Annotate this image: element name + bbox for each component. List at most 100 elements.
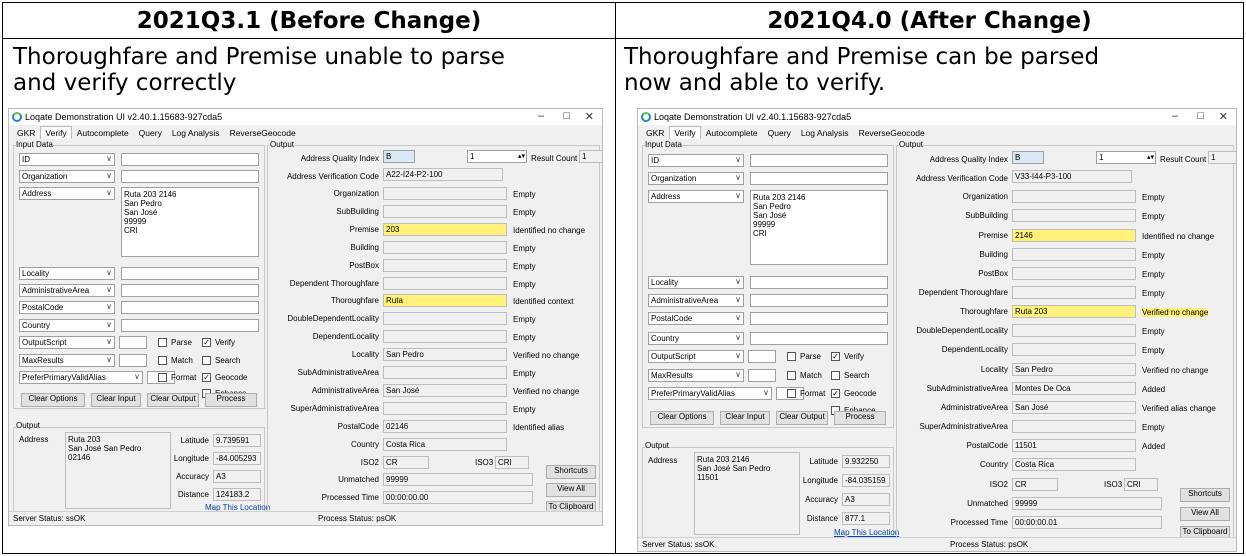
input-locality[interactable] — [750, 276, 888, 289]
accuracy-label: Accuracy — [805, 495, 838, 504]
view-all-button[interactable]: View All — [546, 483, 596, 497]
avc-label: Address Verification Code — [915, 174, 1008, 183]
address-input[interactable]: Ruta 203 2146 San Pedro San José 99999 CRI — [121, 187, 259, 257]
input-organization[interactable] — [121, 170, 259, 183]
verify-checkbox[interactable]: ✓ — [202, 338, 211, 347]
clear-output-button[interactable]: Clear Output — [776, 411, 828, 425]
tab-log-analysis[interactable]: Log Analysis — [796, 126, 854, 139]
status-administrativearea: Verified no change — [513, 387, 580, 396]
input-maxresults[interactable] — [119, 354, 147, 367]
result-count-label: Result Count — [1160, 155, 1207, 164]
format-checkbox[interactable] — [787, 389, 796, 398]
combo-preferprimaryvalidalias[interactable]: PreferPrimaryValidAlias — [648, 387, 772, 400]
tab-autocomplete[interactable]: Autocomplete — [701, 126, 763, 139]
spinner-arrows-icon[interactable]: ▴▾ — [518, 152, 525, 160]
combo-locality[interactable]: Locality — [19, 267, 115, 280]
combo-organization[interactable]: Organization — [19, 170, 115, 183]
iso2-value: CR — [383, 456, 429, 469]
value-dependentlocality — [383, 330, 507, 343]
label-building: Building — [979, 250, 1008, 259]
tab-query[interactable]: Query — [134, 126, 167, 139]
tab-gkr[interactable]: GKR — [12, 126, 40, 139]
maximize-icon[interactable]: □ — [1197, 110, 1204, 122]
clear-input-button[interactable]: Clear Input — [720, 411, 770, 425]
combo-outputscript[interactable]: OutputScript — [19, 336, 115, 349]
clear-input-button[interactable]: Clear Input — [91, 393, 141, 407]
process-status: Process Status: psOK — [318, 514, 397, 523]
input-maxresults[interactable] — [748, 369, 776, 382]
spinner-arrows-icon[interactable]: ▴▾ — [1147, 153, 1154, 161]
match-checkbox[interactable] — [158, 356, 167, 365]
combo-country[interactable]: Country — [648, 332, 744, 345]
verify-checkbox[interactable]: ✓ — [831, 352, 840, 361]
combo-address[interactable]: Address — [19, 187, 115, 200]
input-administrativearea[interactable] — [750, 294, 888, 307]
tab-verify[interactable]: Verify — [669, 126, 701, 139]
process-button[interactable]: Process — [834, 411, 886, 425]
match-checkbox[interactable] — [787, 371, 796, 380]
process-button[interactable]: Process — [205, 393, 257, 407]
shortcuts-button[interactable]: Shortcuts — [1180, 488, 1230, 502]
input-administrativearea[interactable] — [121, 284, 259, 297]
minimize-icon[interactable]: – — [1172, 110, 1178, 122]
combo-maxresults[interactable]: MaxResults — [648, 369, 744, 382]
latitude-label: Latitude — [809, 457, 838, 466]
tab-reversegeocode[interactable]: ReverseGeocode — [225, 126, 301, 139]
combo-preferprimaryvalidalias[interactable]: PreferPrimaryValidAlias — [19, 371, 143, 384]
input-outputscript[interactable] — [119, 336, 147, 349]
tab-autocomplete[interactable]: Autocomplete — [72, 126, 134, 139]
combo-administrativearea[interactable]: AdministrativeArea — [648, 294, 744, 307]
maximize-icon[interactable]: □ — [563, 110, 570, 122]
label-doubledependentlocality: DoubleDependentLocality — [287, 314, 379, 323]
combo-id[interactable]: ID — [648, 154, 744, 167]
format-checkbox[interactable] — [158, 373, 167, 382]
search-checkbox[interactable] — [831, 371, 840, 380]
view-all-button[interactable]: View All — [1180, 507, 1230, 521]
geocode-checkbox[interactable]: ✓ — [831, 389, 840, 398]
parse-checkbox[interactable] — [787, 352, 796, 361]
clear-output-button[interactable]: Clear Output — [147, 393, 199, 407]
input-id[interactable] — [750, 154, 888, 167]
combo-country[interactable]: Country — [19, 319, 115, 332]
input-outputscript[interactable] — [748, 350, 776, 363]
address-input[interactable]: Ruta 203 2146 San Pedro San José 99999 CRI — [750, 190, 888, 265]
combo-postalcode[interactable]: PostalCode — [19, 301, 115, 314]
tab-query[interactable]: Query — [763, 126, 796, 139]
input-locality[interactable] — [121, 267, 259, 280]
combo-id[interactable]: ID — [19, 153, 115, 166]
status-thoroughfare: Verified no change — [1142, 308, 1209, 317]
tab-log-analysis[interactable]: Log Analysis — [167, 126, 225, 139]
combo-locality[interactable]: Locality — [648, 276, 744, 289]
tab-verify[interactable]: Verify — [40, 126, 72, 139]
address-input-line: 99999 — [124, 217, 147, 226]
input-postalcode[interactable] — [750, 312, 888, 325]
close-icon[interactable]: ✕ — [1219, 110, 1228, 123]
label-locality: Locality — [351, 350, 379, 359]
value-organization — [1012, 190, 1136, 203]
input-country[interactable] — [121, 319, 259, 332]
input-country[interactable] — [750, 332, 888, 345]
combo-organization[interactable]: Organization — [648, 172, 744, 185]
search-checkbox[interactable] — [202, 356, 211, 365]
value-doubledependentlocality — [383, 312, 507, 325]
tab-gkr[interactable]: GKR — [641, 126, 669, 139]
input-id[interactable] — [121, 153, 259, 166]
close-icon[interactable]: ✕ — [585, 110, 594, 123]
combo-address[interactable]: Address — [648, 190, 744, 203]
minimize-icon[interactable]: – — [538, 110, 544, 122]
input-postalcode[interactable] — [121, 301, 259, 314]
input-organization[interactable] — [750, 172, 888, 185]
clear-options-button[interactable]: Clear Options — [21, 393, 85, 407]
combo-outputscript[interactable]: OutputScript — [648, 350, 744, 363]
combo-maxresults[interactable]: MaxResults — [19, 354, 115, 367]
map-this-location-link[interactable]: Map This Location — [834, 528, 899, 537]
combo-postalcode[interactable]: PostalCode — [648, 312, 744, 325]
tab-reversegeocode[interactable]: ReverseGeocode — [854, 126, 930, 139]
combo-administrativearea[interactable]: AdministrativeArea — [19, 284, 115, 297]
shortcuts-button[interactable]: Shortcuts — [546, 465, 596, 479]
clear-options-button[interactable]: Clear Options — [650, 411, 714, 425]
parse-checkbox[interactable] — [158, 338, 167, 347]
geocode-checkbox[interactable]: ✓ — [202, 373, 211, 382]
loqate-logo-icon — [12, 112, 22, 122]
label-subadministrativearea: SubAdministrativeArea — [297, 368, 379, 377]
